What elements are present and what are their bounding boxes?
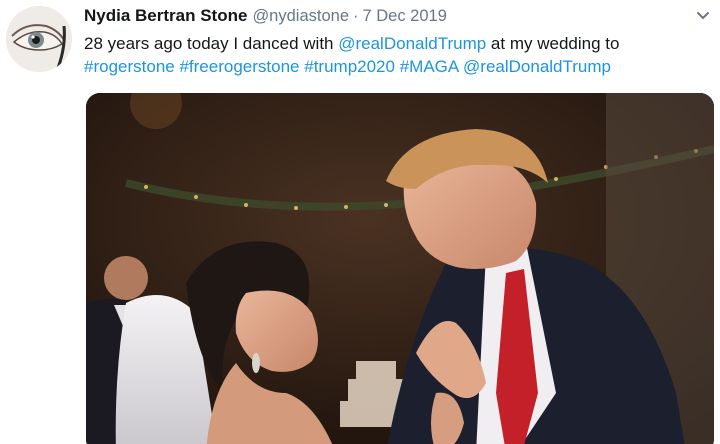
display-name[interactable]: Nydia Bertran Stone xyxy=(84,6,247,26)
tweet-date[interactable]: 7 Dec 2019 xyxy=(363,7,447,26)
tweet-card: Nydia Bertran Stone @nydiastone · 7 Dec … xyxy=(0,0,720,444)
user-handle[interactable]: @nydiastone xyxy=(252,7,349,26)
tweet-text-line-1: 28 years ago today I danced with @realDo… xyxy=(84,32,704,55)
eye-avatar-icon xyxy=(6,6,72,72)
hashtag-link[interactable]: #freerogerstone xyxy=(179,57,299,76)
tweet-text-line-2: #rogerstone #freerogerstone #trump2020 #… xyxy=(84,55,704,78)
wedding-dance-photo xyxy=(86,93,714,444)
more-options-button[interactable] xyxy=(693,8,713,24)
tweet-text-prefix: 28 years ago today I danced with xyxy=(84,34,339,53)
tweet-header: Nydia Bertran Stone @nydiastone · 7 Dec … xyxy=(84,6,447,28)
header-separator: · xyxy=(353,7,359,25)
hashtag-link[interactable]: #trump2020 xyxy=(304,57,395,76)
chevron-down-icon xyxy=(697,12,709,20)
mention-link[interactable]: @realDonaldTrump xyxy=(463,57,611,76)
tweet-text-suffix: at my wedding to xyxy=(486,34,620,53)
avatar[interactable] xyxy=(6,6,72,72)
tweet-photo[interactable] xyxy=(86,93,714,444)
tweet-text: 28 years ago today I danced with @realDo… xyxy=(84,32,704,78)
hashtag-link[interactable]: #MAGA xyxy=(400,57,459,76)
mention-link[interactable]: @realDonaldTrump xyxy=(338,34,486,53)
hashtag-link[interactable]: #rogerstone xyxy=(84,57,175,76)
